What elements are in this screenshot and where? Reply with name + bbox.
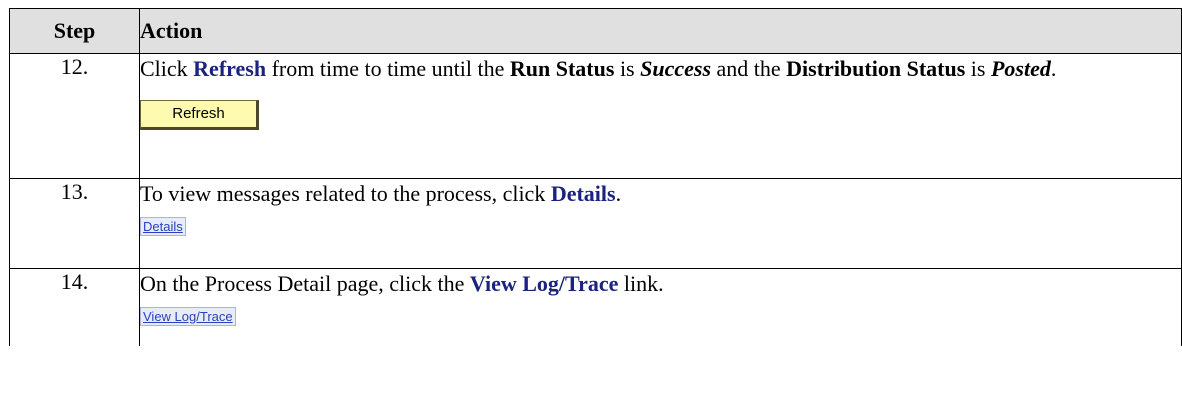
- header-action: Action: [139, 8, 1182, 54]
- keyword-refresh: Refresh: [193, 56, 267, 81]
- text-segment: and the: [711, 56, 787, 81]
- step-instruction: To view messages related to the process,…: [140, 179, 1181, 209]
- text-segment: is: [614, 56, 641, 81]
- text-segment: .: [615, 181, 622, 206]
- text-segment: is: [965, 56, 991, 81]
- field-name-distribution-status: Distribution Status: [786, 56, 966, 81]
- text-segment: Click: [140, 56, 194, 81]
- text-segment: link.: [618, 271, 664, 296]
- step-number: 14.: [9, 268, 140, 346]
- text-segment: On the Process Detail page, click the: [140, 271, 470, 296]
- refresh-button[interactable]: Refresh: [140, 100, 259, 130]
- step-action: On the Process Detail page, click the Vi…: [139, 268, 1182, 346]
- view-log-trace-link[interactable]: View Log/Trace: [140, 307, 236, 326]
- step-instruction: On the Process Detail page, click the Vi…: [140, 269, 1181, 299]
- table-header-row: Step Action: [9, 8, 1182, 54]
- text-segment: .: [1050, 56, 1057, 81]
- keyword-details: Details: [550, 181, 616, 206]
- table-row: 13. To view messages related to the proc…: [9, 178, 1182, 269]
- step-number: 12.: [9, 53, 140, 179]
- text-segment: To view messages related to the process,…: [140, 181, 551, 206]
- step-number: 13.: [9, 178, 140, 269]
- table-row: 12. Click Refresh from time to time unti…: [9, 53, 1182, 179]
- step-action: To view messages related to the process,…: [139, 178, 1182, 269]
- header-step: Step: [9, 8, 140, 54]
- keyword-view-log-trace: View Log/Trace: [469, 271, 619, 296]
- value-posted: Posted: [990, 56, 1051, 81]
- step-instruction: Click Refresh from time to time until th…: [140, 54, 1181, 84]
- value-success: Success: [640, 56, 712, 81]
- table-row: 14. On the Process Detail page, click th…: [9, 268, 1182, 346]
- step-action: Click Refresh from time to time until th…: [139, 53, 1182, 179]
- steps-table: Step Action 12. Click Refresh from time …: [9, 8, 1182, 346]
- text-segment: from time to time until the: [266, 56, 510, 81]
- field-name-run-status: Run Status: [509, 56, 615, 81]
- document-page: Step Action 12. Click Refresh from time …: [0, 0, 1182, 403]
- details-link[interactable]: Details: [140, 217, 186, 236]
